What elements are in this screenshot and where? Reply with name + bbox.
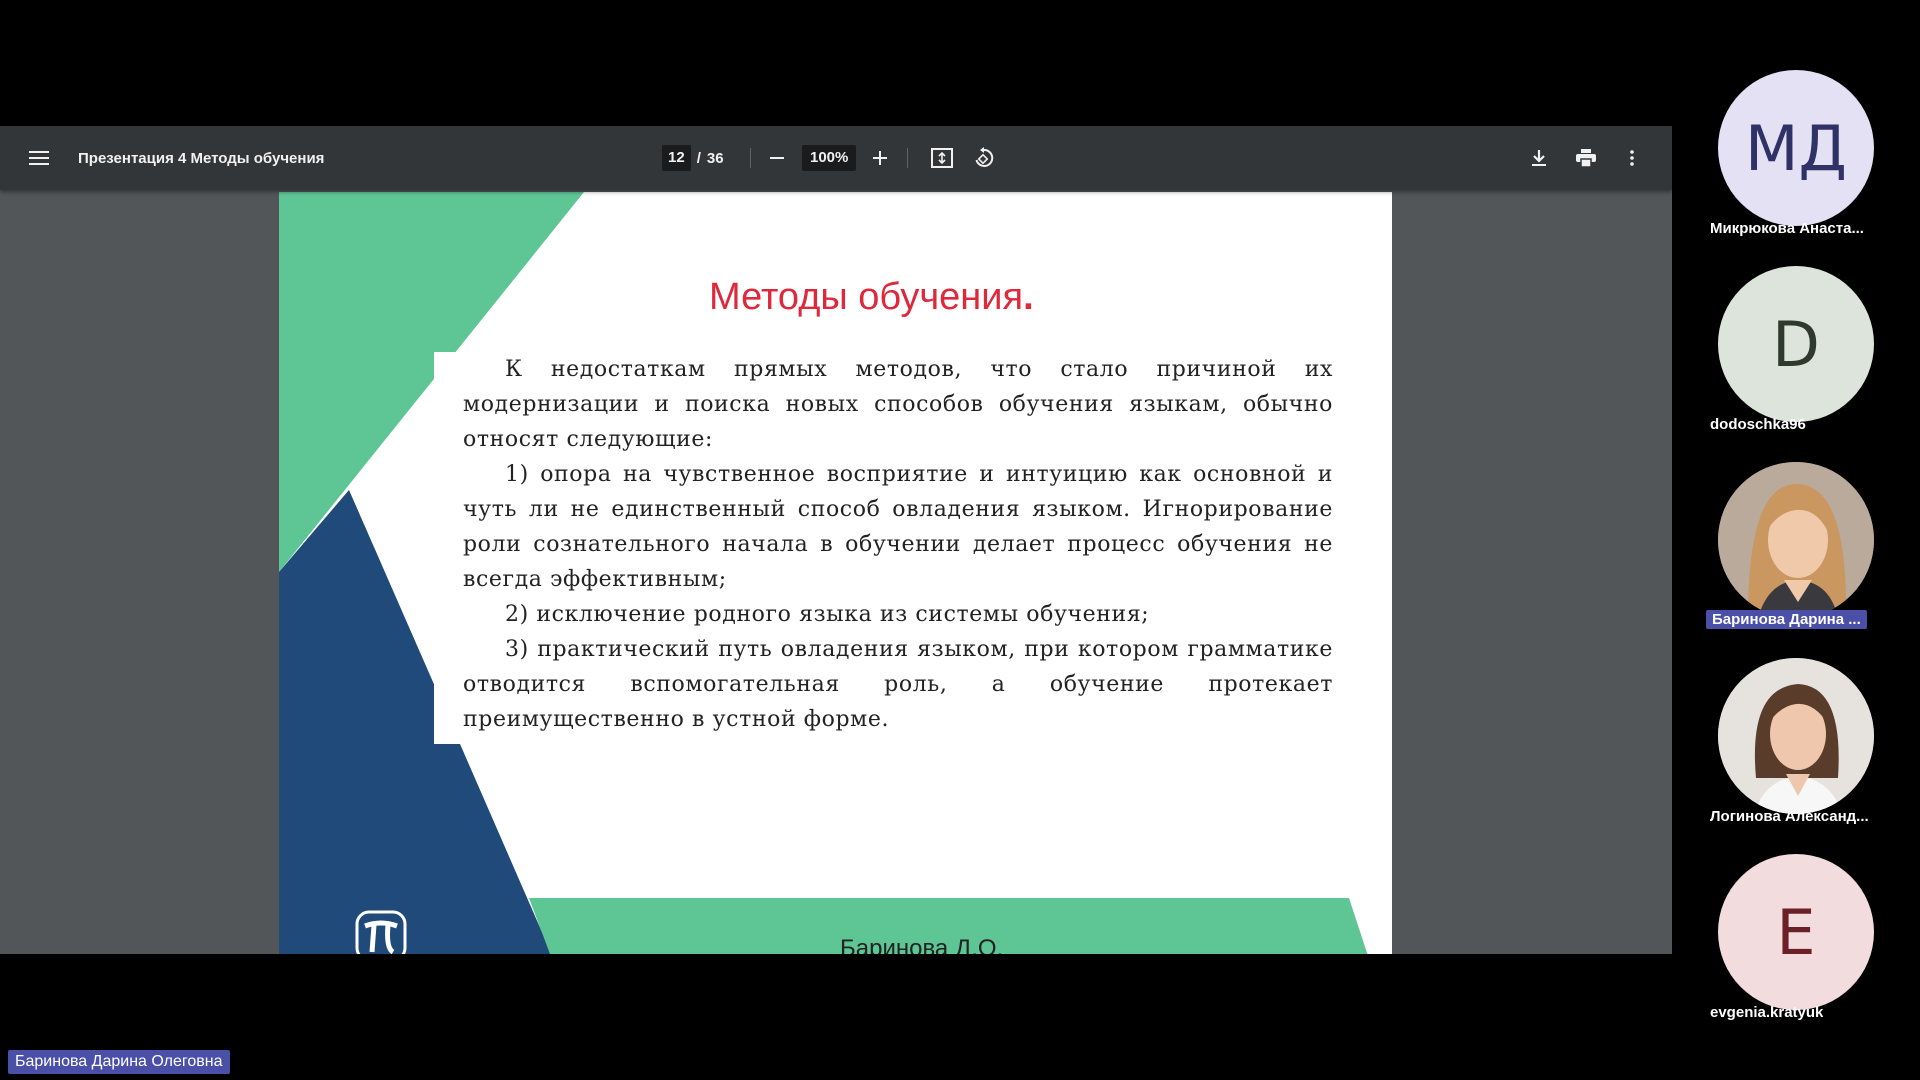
download-button[interactable] xyxy=(1519,126,1559,190)
print-icon[interactable] xyxy=(1566,138,1606,178)
more-vert-icon[interactable] xyxy=(1612,138,1652,178)
zoom-in-button[interactable] xyxy=(860,126,900,190)
avatar-initials: D xyxy=(1772,307,1820,381)
page-separator: / xyxy=(696,149,701,167)
pdf-toolbar: Презентация 4 Методы обучения 12 / 36 10… xyxy=(0,126,1672,190)
slide-paragraph: 3) практический путь овладения языком, п… xyxy=(463,637,1333,732)
avatar-initials: МД xyxy=(1745,111,1847,185)
zoom-input[interactable]: 100% xyxy=(802,145,857,171)
slide-body: К недостаткам прямых методов, что стало … xyxy=(463,352,1333,737)
slide-paragraph: К недостаткам прямых методов, что стало … xyxy=(463,357,1333,452)
page-indicator: 12 / 36 xyxy=(662,126,724,190)
person-photo-icon xyxy=(1718,658,1874,814)
participant-name: Логинова Александ... xyxy=(1710,808,1869,825)
rotate-icon[interactable] xyxy=(964,138,1004,178)
participant-name: Микрюкова Анаста... xyxy=(1710,220,1864,237)
avatar: D xyxy=(1718,266,1874,422)
toolbar-divider xyxy=(750,148,751,168)
pdf-viewer: Презентация 4 Методы обучения 12 / 36 10… xyxy=(0,126,1672,954)
presenter-name-label: Баринова Дарина Олеговна xyxy=(8,1050,230,1074)
page-total: 36 xyxy=(706,149,724,167)
document-title: Презентация 4 Методы обучения xyxy=(78,149,325,167)
page-number-input[interactable]: 12 xyxy=(662,145,691,171)
zoom-field[interactable]: 100% xyxy=(802,126,857,190)
avatar-photo xyxy=(1718,658,1874,814)
slide-title: Методы обучения. xyxy=(709,276,1034,319)
minus-icon[interactable] xyxy=(757,138,797,178)
slide-author: Баринова Д.О. xyxy=(840,935,1004,954)
pi-logo-icon xyxy=(355,910,407,954)
slide-page: Методы обучения. К недостаткам прямых ме… xyxy=(279,192,1392,954)
avatar: МД xyxy=(1718,70,1874,226)
print-button[interactable] xyxy=(1566,126,1606,190)
download-icon[interactable] xyxy=(1519,138,1559,178)
rotate-button[interactable] xyxy=(964,126,1004,190)
fit-page-button[interactable] xyxy=(922,126,962,190)
slide-paragraph: 1) опора на чувственное восприятие и инт… xyxy=(463,462,1333,592)
participant-name: dodoschka96 xyxy=(1710,416,1806,433)
plus-icon[interactable] xyxy=(860,138,900,178)
avatar: E xyxy=(1718,854,1874,1010)
zoom-out-button[interactable] xyxy=(757,126,797,190)
menu-button[interactable] xyxy=(19,126,59,190)
person-photo-icon xyxy=(1718,462,1874,618)
participant-name: evgenia.kratyuk xyxy=(1710,1004,1824,1021)
avatar-photo xyxy=(1718,462,1874,618)
participant-name: Баринова Дарина ... xyxy=(1706,610,1867,629)
menu-icon[interactable] xyxy=(19,138,59,178)
slide-title-dot: . xyxy=(1023,276,1034,318)
slide-title-text: Методы обучения xyxy=(709,276,1024,318)
fit-to-page-icon[interactable] xyxy=(922,138,962,178)
toolbar-divider xyxy=(907,148,908,168)
slide-paragraph: 2) исключение родного языка из системы о… xyxy=(505,602,1150,627)
white-panel xyxy=(434,352,464,744)
more-options-button[interactable] xyxy=(1612,126,1652,190)
avatar-initials: E xyxy=(1776,895,1816,969)
